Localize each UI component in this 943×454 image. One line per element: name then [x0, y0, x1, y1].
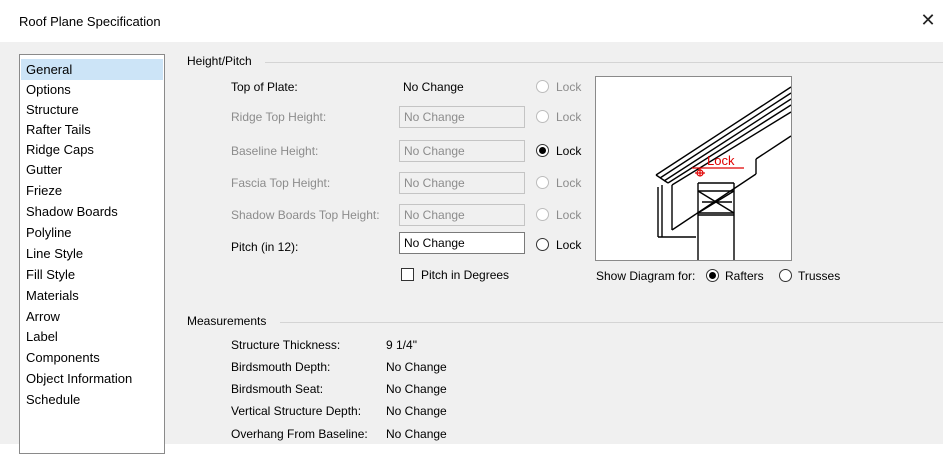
rafter-diagram-drawing: Lock [655, 86, 792, 260]
fascia-top-height-lock-label: Lock [556, 176, 582, 190]
sidebar-item-fill-style[interactable]: Fill Style [21, 264, 163, 285]
sidebar-item-arrow[interactable]: Arrow [21, 306, 163, 327]
pitch-in-degrees-checkbox[interactable] [401, 268, 414, 281]
fascia-top-height-label: Fascia Top Height: [231, 176, 331, 190]
structure-thickness-value: 9 1/4" [386, 338, 417, 352]
birdsmouth-depth-value: No Change [386, 360, 447, 374]
title-bar: Roof Plane Specification ✕ [0, 0, 943, 42]
shadow-boards-top-height-lock-label: Lock [556, 208, 582, 222]
baseline-height-lock-radio[interactable] [536, 144, 549, 157]
sidebar-item-materials[interactable]: Materials [21, 285, 163, 306]
measurements-heading: Measurements [187, 314, 267, 328]
birdsmouth-seat-value: No Change [386, 382, 447, 396]
height-pitch-divider [265, 62, 943, 63]
rafter-diagram: Lock [595, 76, 792, 261]
ridge-top-height-field[interactable]: No Change [399, 106, 525, 128]
diagram-lock-text: Lock [707, 153, 735, 168]
pitch-lock-radio[interactable] [536, 238, 549, 251]
structure-thickness-label: Structure Thickness: [231, 338, 341, 352]
top-of-plate-label: Top of Plate: [231, 80, 298, 94]
sidebar-item-object-information[interactable]: Object Information [21, 368, 163, 389]
pitch-lock-label: Lock [556, 238, 582, 252]
measurements-divider [280, 322, 943, 323]
sidebar-item-options[interactable]: Options [21, 79, 163, 100]
fascia-top-height-field[interactable]: No Change [399, 172, 525, 194]
sidebar-item-general[interactable]: General [21, 59, 163, 80]
ridge-top-height-lock-label: Lock [556, 110, 582, 124]
fascia-top-height-lock-radio[interactable] [536, 176, 549, 189]
trusses-label: Trusses [798, 269, 841, 283]
vertical-structure-depth-label: Vertical Structure Depth: [231, 404, 362, 418]
dialog-body: General Options Structure Rafter Tails R… [0, 42, 943, 454]
rafters-label: Rafters [725, 269, 764, 283]
ridge-top-height-label: Ridge Top Height: [231, 110, 327, 124]
sidebar-item-components[interactable]: Components [21, 347, 163, 368]
top-of-plate-lock-label: Lock [556, 80, 582, 94]
sidebar-item-shadow-boards[interactable]: Shadow Boards [21, 201, 163, 222]
category-list[interactable]: General Options Structure Rafter Tails R… [19, 54, 165, 454]
shadow-boards-top-height-field[interactable]: No Change [399, 204, 525, 226]
sidebar-item-label[interactable]: Label [21, 326, 163, 347]
vertical-structure-depth-value: No Change [386, 404, 447, 418]
sidebar-item-polyline[interactable]: Polyline [21, 222, 163, 243]
overhang-from-baseline-label: Overhang From Baseline: [231, 427, 368, 441]
sidebar-item-line-style[interactable]: Line Style [21, 243, 163, 264]
shadow-boards-top-height-label: Shadow Boards Top Height: [231, 208, 380, 222]
window-title: Roof Plane Specification [19, 14, 161, 29]
sidebar-item-frieze[interactable]: Frieze [21, 180, 163, 201]
sidebar-item-ridge-caps[interactable]: Ridge Caps [21, 139, 163, 160]
pitch-label: Pitch (in 12): [231, 240, 299, 254]
close-icon[interactable]: ✕ [918, 10, 938, 30]
trusses-radio[interactable] [779, 269, 792, 282]
baseline-height-label: Baseline Height: [231, 144, 319, 158]
shadow-boards-top-height-lock-radio[interactable] [536, 208, 549, 221]
baseline-height-field[interactable]: No Change [399, 140, 525, 162]
overhang-from-baseline-value: No Change [386, 427, 447, 441]
sidebar-item-gutter[interactable]: Gutter [21, 159, 163, 180]
show-diagram-label: Show Diagram for: [596, 269, 696, 283]
baseline-height-lock-label: Lock [556, 144, 582, 158]
ridge-top-height-lock-radio[interactable] [536, 110, 549, 123]
sidebar-item-structure[interactable]: Structure [21, 99, 163, 120]
pitch-field[interactable]: No Change [399, 232, 525, 254]
rafters-radio[interactable] [706, 269, 719, 282]
top-of-plate-lock-radio[interactable] [536, 80, 549, 93]
sidebar-item-schedule[interactable]: Schedule [21, 389, 163, 410]
height-pitch-heading: Height/Pitch [187, 54, 252, 68]
lock-indicator [692, 167, 744, 177]
birdsmouth-depth-label: Birdsmouth Depth: [231, 360, 331, 374]
pitch-in-degrees-label: Pitch in Degrees [421, 268, 510, 282]
sidebar-item-rafter-tails[interactable]: Rafter Tails [21, 119, 163, 140]
top-of-plate-value: No Change [403, 80, 464, 94]
birdsmouth-seat-label: Birdsmouth Seat: [231, 382, 324, 396]
